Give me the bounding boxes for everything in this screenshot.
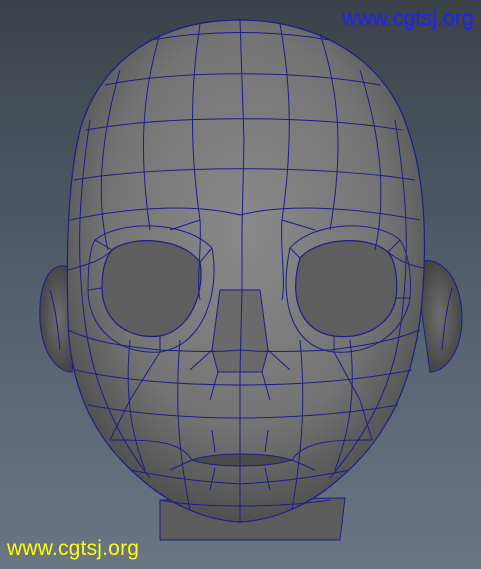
3d-viewport[interactable]: www.cgtsj.org www.cgtsj.org (0, 0, 481, 569)
right-eye-socket (295, 240, 398, 338)
bottom-watermark: www.cgtsj.org (7, 537, 140, 560)
right-ear-mesh (417, 260, 463, 373)
head-mesh-model[interactable] (0, 0, 481, 569)
top-watermark: www.cgtsj.org (341, 7, 474, 30)
